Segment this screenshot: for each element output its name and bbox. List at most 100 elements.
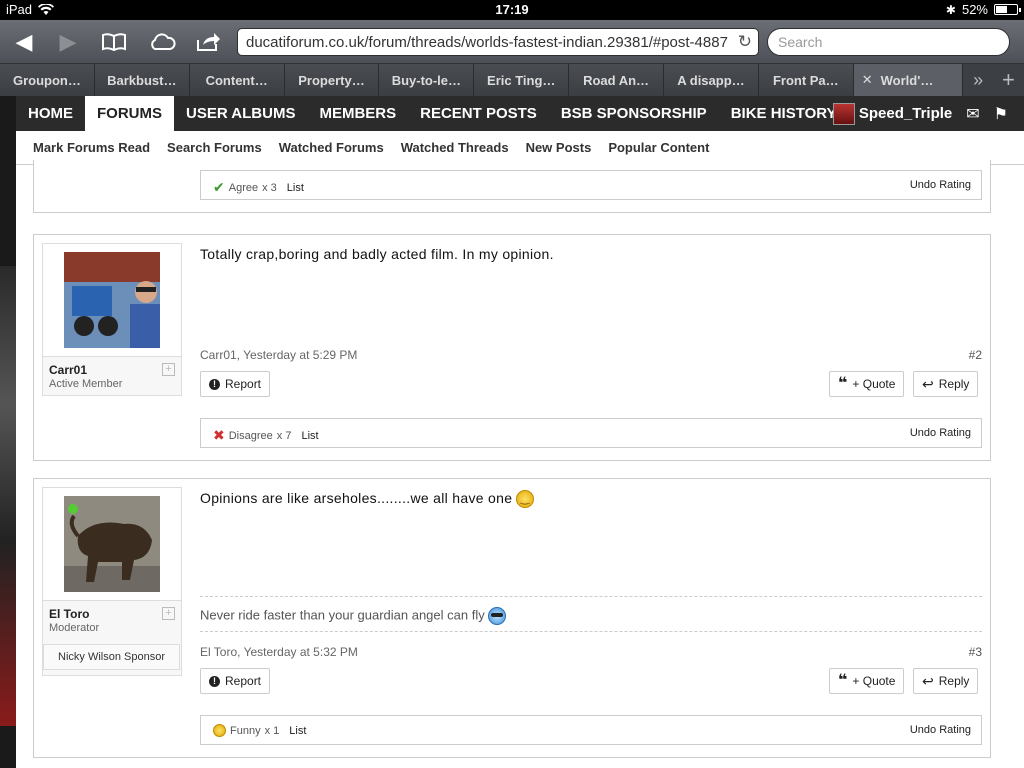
mail-icon[interactable]: ✉ (966, 104, 979, 124)
post-number[interactable]: #2 (969, 348, 982, 362)
quote-button[interactable]: ❝ + Quote (829, 371, 905, 397)
avatar (64, 496, 160, 592)
nav-members[interactable]: MEMBERS (307, 96, 408, 131)
post-meta: Carr01, Yesterday at 5:29 PM #2 (200, 348, 982, 362)
url-text: ducatiforum.co.uk/forum/threads/worlds-f… (246, 34, 728, 51)
rating-bar: ✖ Disagree x 7 List Undo Rating (200, 418, 982, 448)
expand-icon[interactable]: + (162, 607, 175, 620)
browser-toolbar: ◀ ▶ ducatiforum.co.uk/forum/threads/worl… (0, 20, 1024, 64)
clock: 17:19 (495, 2, 529, 17)
nav-bsb-sponsorship[interactable]: BSB SPONSORSHIP (549, 96, 719, 131)
sponsor-banner: Nicky Wilson Sponsor (43, 644, 180, 670)
nav-recent-posts[interactable]: RECENT POSTS (408, 96, 549, 131)
subnav-mark-forums-read[interactable]: Mark Forums Read (33, 140, 150, 155)
browser-tab[interactable]: Barkbust… (94, 64, 190, 96)
checkmark-icon: ✔ (213, 179, 225, 195)
back-icon[interactable]: ◀ (6, 26, 42, 58)
nav-bike-history[interactable]: BIKE HISTORY (719, 96, 849, 131)
signature-text: Never ride faster than your guardian ang… (200, 607, 485, 623)
subnav-watched-threads[interactable]: Watched Threads (401, 140, 509, 155)
user-info: Carr01 Active Member + (42, 243, 182, 396)
search-input[interactable]: Search (767, 28, 1010, 56)
smile-icon (516, 490, 535, 509)
undo-rating-link[interactable]: Undo Rating (910, 427, 971, 439)
rating-count: x 1 (264, 724, 280, 737)
post: ✔ Agree x 3 List Undo Rating (33, 160, 991, 213)
reload-icon[interactable]: ↻ (738, 32, 752, 52)
more-tabs-icon[interactable]: » (963, 64, 992, 96)
undo-rating-link[interactable]: Undo Rating (910, 724, 971, 736)
browser-tab[interactable]: Front Pa… (758, 64, 854, 96)
share-icon[interactable] (190, 26, 226, 58)
browser-tab-active[interactable]: ✕ World'… (853, 64, 964, 96)
browser-tabs: Groupon… Barkbust… Content… Property… Bu… (0, 64, 1024, 96)
nav-user-albums[interactable]: USER ALBUMS (174, 96, 307, 131)
post-author-date[interactable]: El Toro, Yesterday at 5:32 PM (200, 645, 358, 659)
browser-tab[interactable]: Eric Ting… (474, 64, 570, 96)
rating-bar: ✔ Agree x 3 List Undo Rating (200, 170, 982, 200)
flag-icon[interactable]: ⚑ (994, 104, 1008, 124)
subnav-watched-forums[interactable]: Watched Forums (279, 140, 384, 155)
browser-tab[interactable]: Buy-to-le… (379, 64, 475, 96)
report-button[interactable]: ! Report (200, 668, 271, 694)
username[interactable]: El Toro (49, 607, 175, 621)
account-username: Speed_Triple (858, 105, 953, 122)
post-body: Opinions are like arseholes........we al… (200, 490, 535, 509)
bluetooth-icon: ✱ (945, 2, 956, 17)
funny-icon (213, 724, 226, 737)
browser-tab[interactable]: Content… (189, 64, 285, 96)
site-nav: HOME FORUMS USER ALBUMS MEMBERS RECENT P… (16, 96, 1024, 131)
cross-icon: ✖ (213, 427, 225, 443)
alert-icon: ! (209, 675, 220, 687)
reply-icon: ↩ (922, 375, 934, 392)
status-bar: iPad 17:19 ✱ 52% (0, 0, 1024, 20)
subnav-search-forums[interactable]: Search Forums (167, 140, 262, 155)
account-menu[interactable]: Speed_Triple (832, 102, 953, 125)
rating-list-link[interactable]: List (289, 725, 306, 737)
post-meta: El Toro, Yesterday at 5:32 PM #3 (200, 645, 982, 659)
icloud-tabs-icon[interactable] (144, 26, 180, 58)
bookmarks-icon[interactable] (96, 26, 132, 58)
post-author-date[interactable]: Carr01, Yesterday at 5:29 PM (200, 348, 357, 362)
browser-tab[interactable]: Groupon… (0, 64, 95, 96)
reply-label: Reply (938, 674, 970, 688)
report-label: Report (225, 674, 262, 688)
browser-tab[interactable]: Property… (284, 64, 380, 96)
browser-tab[interactable]: A disapp… (664, 64, 759, 96)
post-body-text: Opinions are like arseholes........we al… (200, 490, 513, 506)
url-bar[interactable]: ducatiforum.co.uk/forum/threads/worlds-f… (237, 28, 759, 56)
post: El Toro Moderator + Nicky Wilson Sponsor… (33, 478, 991, 758)
subnav-popular-content[interactable]: Popular Content (608, 140, 709, 155)
nav-forums[interactable]: FORUMS (85, 96, 174, 131)
new-tab-icon[interactable]: + (993, 64, 1024, 96)
rating-list-link[interactable]: List (287, 182, 304, 194)
browser-tab-label: World'… (880, 72, 934, 88)
subnav-new-posts[interactable]: New Posts (526, 140, 592, 155)
rating-label: Disagree (228, 429, 273, 442)
reply-icon: ↩ (922, 672, 934, 689)
rating-list-link[interactable]: List (301, 430, 318, 442)
avatar (64, 252, 160, 348)
alert-icon: ! (209, 378, 220, 390)
quote-button[interactable]: ❝ + Quote (829, 668, 905, 694)
username[interactable]: Carr01 (49, 363, 175, 377)
nav-home[interactable]: HOME (16, 96, 85, 131)
reply-button[interactable]: ↩ Reply (913, 668, 979, 694)
report-label: Report (225, 377, 262, 391)
expand-icon[interactable]: + (162, 363, 175, 376)
post: Carr01 Active Member + Totally crap,bori… (33, 234, 991, 461)
rating-bar: Funny x 1 List Undo Rating (200, 715, 982, 745)
quote-label: + Quote (852, 377, 896, 391)
thread-content: ✔ Agree x 3 List Undo Rating Carr01 Acti… (16, 160, 1024, 768)
forward-icon[interactable]: ▶ (50, 26, 86, 58)
reply-button[interactable]: ↩ Reply (913, 371, 979, 397)
rating-count: x 3 (262, 181, 277, 194)
undo-rating-link[interactable]: Undo Rating (910, 179, 971, 191)
report-button[interactable]: ! Report (200, 371, 271, 397)
quote-icon: ❝ (838, 672, 848, 689)
post-number[interactable]: #3 (969, 645, 982, 659)
browser-tab[interactable]: Road An… (569, 64, 665, 96)
user-info: El Toro Moderator + Nicky Wilson Sponsor (42, 487, 182, 676)
close-tab-icon[interactable]: ✕ (862, 72, 873, 88)
avatar (832, 102, 855, 125)
